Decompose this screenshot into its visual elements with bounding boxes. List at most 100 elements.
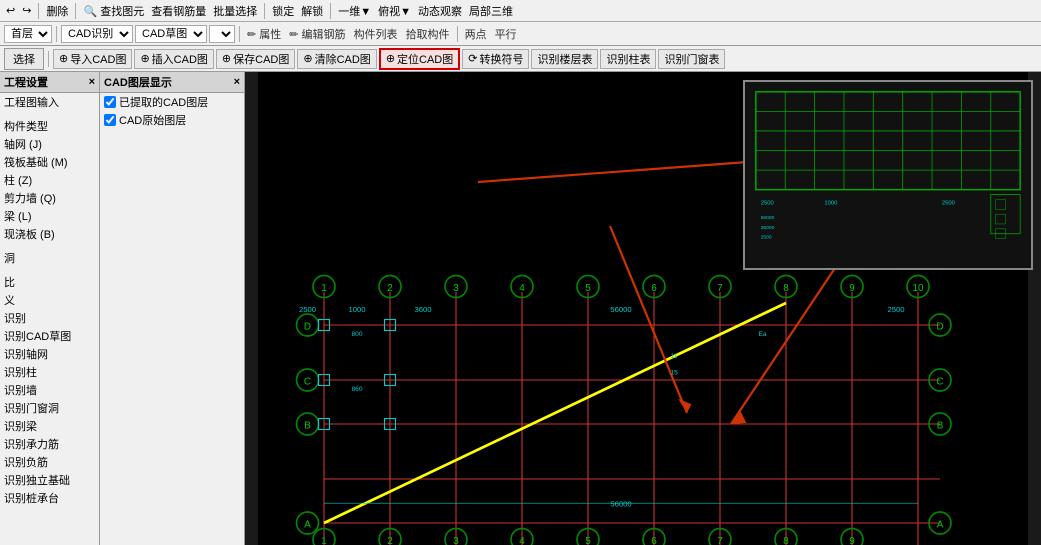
svg-text:A: A bbox=[304, 519, 311, 530]
cast-slab[interactable]: 现浇板 (B) bbox=[0, 225, 99, 243]
id-floor-table-btn[interactable]: 识别楼层表 bbox=[531, 49, 598, 69]
tree-item-input[interactable]: 工程图输入 bbox=[0, 93, 99, 111]
svg-text:1000: 1000 bbox=[824, 200, 838, 206]
id-axis[interactable]: 识别轴网 bbox=[0, 345, 99, 363]
batch-select-btn[interactable]: 批量选择 bbox=[211, 3, 259, 19]
id-isolated-foundation[interactable]: 识别独立基础 bbox=[0, 471, 99, 489]
svg-text:3600: 3600 bbox=[414, 305, 431, 314]
sep6 bbox=[239, 26, 240, 42]
svg-text:8: 8 bbox=[783, 283, 789, 294]
svg-text:2: 2 bbox=[387, 283, 393, 294]
component-type[interactable]: 构件类型 bbox=[0, 117, 99, 135]
svg-text:D: D bbox=[936, 321, 943, 332]
attribute-btn[interactable]: ✏ 属性 bbox=[244, 25, 284, 43]
id-door-window-opening[interactable]: 识别门窗洞 bbox=[0, 399, 99, 417]
svg-text:9: 9 bbox=[849, 283, 855, 294]
svg-text:36000: 36000 bbox=[761, 225, 775, 231]
save-cad-btn[interactable]: ⊕ 保存CAD图 bbox=[216, 49, 295, 69]
opening[interactable]: 洞 bbox=[0, 249, 99, 267]
identify[interactable]: 识别 bbox=[0, 309, 99, 327]
layer-extracted-checkbox[interactable] bbox=[104, 96, 116, 108]
beam[interactable]: 梁 (L) bbox=[0, 207, 99, 225]
sep3 bbox=[264, 3, 265, 19]
layer-original-checkbox[interactable] bbox=[104, 114, 116, 126]
id-col[interactable]: 识别柱 bbox=[0, 363, 99, 381]
svg-text:1000: 1000 bbox=[348, 305, 365, 314]
floor-select[interactable]: 首层 bbox=[4, 25, 52, 43]
clear-cad-btn[interactable]: ⊕ 清除CAD图 bbox=[297, 49, 376, 69]
toolbar-top: ↩ ↪ 删除 🔍 查找图元 查看钢筋量 批量选择 锁定 解锁 一维▼ 俯视▼ 动… bbox=[0, 0, 1041, 22]
left-panel-pin[interactable]: × bbox=[89, 76, 95, 88]
svg-text:2500: 2500 bbox=[887, 305, 904, 314]
id-wall[interactable]: 识别墙 bbox=[0, 381, 99, 399]
id-door-window-btn[interactable]: 识别门窗表 bbox=[658, 49, 725, 69]
locate-cad-btn[interactable]: ⊕ 定位CAD图 bbox=[379, 48, 460, 70]
find-element-btn[interactable]: 🔍 查找图元 bbox=[81, 3, 146, 19]
cad-draft-select[interactable]: CAD草图 bbox=[135, 25, 207, 43]
left-panel: 工程设置 × 工程图输入 构件类型 轴网 (J) 筏板基础 (M) 柱 (Z) … bbox=[0, 72, 100, 545]
svg-text:2500: 2500 bbox=[942, 200, 956, 206]
svg-text:B: B bbox=[937, 420, 944, 431]
column[interactable]: 柱 (Z) bbox=[0, 171, 99, 189]
left-panel-title: 工程设置 bbox=[4, 74, 48, 90]
cad-layer-panel-header: CAD图层显示 × bbox=[100, 72, 244, 93]
summary-calc-btn[interactable]: 删除 bbox=[44, 3, 70, 19]
top-view-btn[interactable]: 俯视▼ bbox=[376, 3, 413, 19]
main-content: 工程设置 × 工程图输入 构件类型 轴网 (J) 筏板基础 (M) 柱 (Z) … bbox=[0, 72, 1041, 545]
justice[interactable]: 义 bbox=[0, 291, 99, 309]
component-list-btn[interactable]: 构件列表 bbox=[351, 25, 401, 43]
axis-net[interactable]: 轴网 (J) bbox=[0, 135, 99, 153]
view-rebar-btn[interactable]: 查看钢筋量 bbox=[149, 3, 208, 19]
id-neg-rebar[interactable]: 识别负筋 bbox=[0, 453, 99, 471]
id-column-table-btn[interactable]: 识别柱表 bbox=[600, 49, 656, 69]
ratio[interactable]: 比 bbox=[0, 273, 99, 291]
svg-text:8: 8 bbox=[783, 536, 789, 545]
local-3d-btn[interactable]: 局部三维 bbox=[467, 3, 515, 19]
two-point-btn[interactable]: 两点 bbox=[462, 25, 490, 43]
select-button[interactable]: 选择 bbox=[4, 48, 44, 70]
sep5 bbox=[56, 26, 57, 42]
svg-text:11: 11 bbox=[671, 353, 678, 360]
svg-text:A: A bbox=[937, 519, 944, 530]
svg-text:5: 5 bbox=[585, 283, 591, 294]
layer-extracted[interactable]: 已提取的CAD图层 bbox=[100, 93, 244, 111]
id-pile-cap[interactable]: 识别桩承台 bbox=[0, 489, 99, 507]
svg-text:15: 15 bbox=[671, 369, 679, 376]
svg-text:3: 3 bbox=[453, 283, 459, 294]
1d-btn[interactable]: 一维▼ bbox=[336, 3, 373, 19]
cad-layer-pin[interactable]: × bbox=[234, 76, 240, 88]
redo-btn[interactable]: ↪ bbox=[20, 4, 33, 17]
lock-btn[interactable]: 锁定 bbox=[270, 3, 296, 19]
svg-text:56000: 56000 bbox=[610, 500, 631, 509]
svg-text:9: 9 bbox=[849, 536, 855, 545]
svg-text:B: B bbox=[304, 420, 311, 431]
canvas-area[interactable]: 1 2 3 4 5 6 7 8 9 10 1 2 3 bbox=[245, 72, 1041, 545]
extra-select[interactable] bbox=[209, 25, 235, 43]
parallel-btn[interactable]: 平行 bbox=[492, 25, 520, 43]
insert-cad-btn[interactable]: ⊕ 插入CAD图 bbox=[134, 49, 213, 69]
svg-text:7: 7 bbox=[717, 283, 723, 294]
svg-text:800: 800 bbox=[352, 331, 363, 338]
import-cad-btn[interactable]: ⊕ 导入CAD图 bbox=[53, 49, 132, 69]
dynamic-view-btn[interactable]: 动态观察 bbox=[416, 3, 464, 19]
svg-text:4: 4 bbox=[519, 283, 525, 294]
sep2 bbox=[75, 3, 76, 19]
layer-original-label: CAD原始图层 bbox=[119, 112, 186, 128]
svg-text:5: 5 bbox=[585, 536, 591, 545]
svg-text:860: 860 bbox=[352, 386, 363, 393]
undo-btn[interactable]: ↩ bbox=[4, 4, 17, 17]
layer-original[interactable]: CAD原始图层 bbox=[100, 111, 244, 129]
svg-text:C: C bbox=[304, 376, 311, 387]
sep8 bbox=[48, 51, 49, 67]
unlock-btn[interactable]: 解锁 bbox=[299, 3, 325, 19]
edit-rebar-btn[interactable]: ✏ 编辑钢筋 bbox=[286, 25, 348, 43]
convert-symbol-btn[interactable]: ⟳ 转换符号 bbox=[462, 49, 529, 69]
cad-id-select[interactable]: CAD识别 bbox=[61, 25, 133, 43]
id-cad-draft[interactable]: 识别CAD草图 bbox=[0, 327, 99, 345]
shear-wall[interactable]: 剪力墙 (Q) bbox=[0, 189, 99, 207]
pick-component-btn[interactable]: 拾取构件 bbox=[403, 25, 453, 43]
id-beam[interactable]: 识别梁 bbox=[0, 417, 99, 435]
raft-foundation[interactable]: 筏板基础 (M) bbox=[0, 153, 99, 171]
id-bearing-rebar[interactable]: 识别承力筋 bbox=[0, 435, 99, 453]
cad-layer-title: CAD图层显示 bbox=[104, 74, 172, 90]
